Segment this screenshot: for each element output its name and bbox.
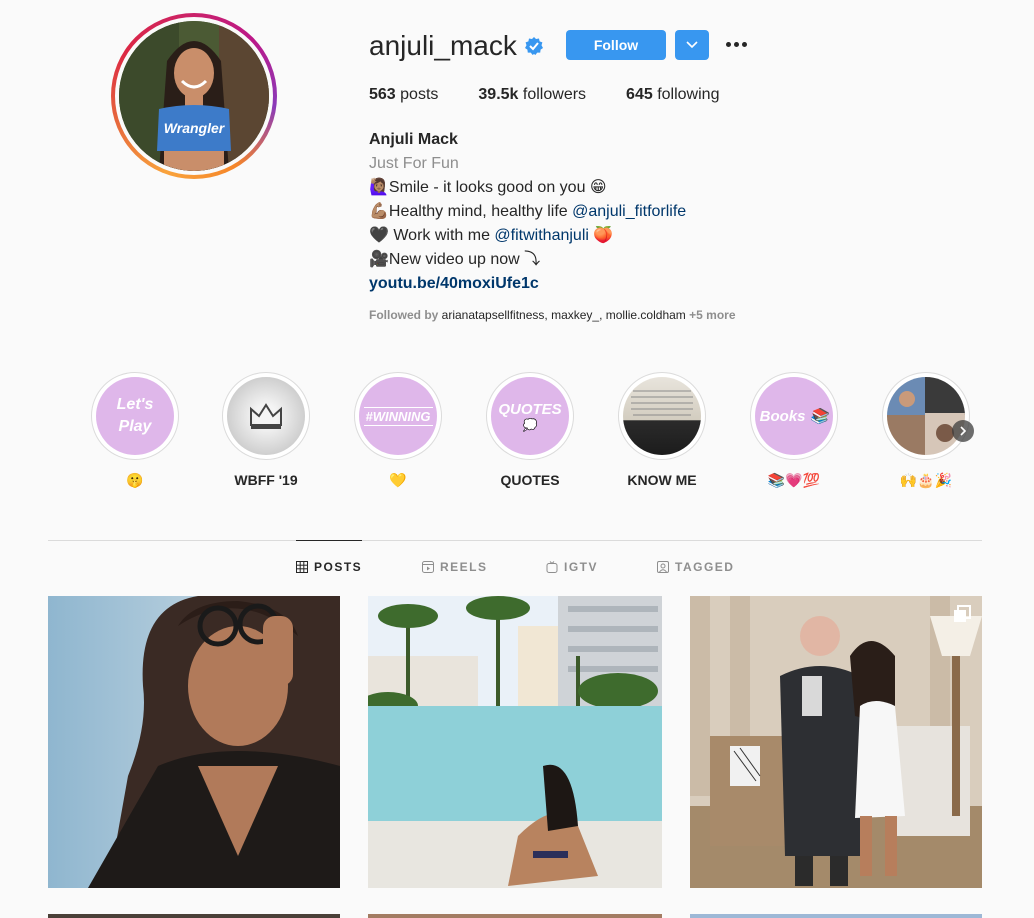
posts-count: 563 — [369, 86, 396, 103]
profile-avatar-ring[interactable]: Wrangler — [111, 13, 277, 179]
mention-link-fitwithanjuli[interactable]: @fitwithanjuli — [494, 227, 589, 244]
bio-external-link[interactable]: youtu.be/40moxiUfe1c — [369, 272, 686, 296]
tab-igtv[interactable]: IGTV — [546, 541, 598, 593]
post-image — [690, 596, 982, 888]
highlight-ring: Books 📚 — [750, 372, 838, 460]
followed-by-prefix: Followed by — [369, 308, 442, 322]
highlight-ring — [618, 372, 706, 460]
follow-button[interactable]: Follow — [566, 30, 666, 60]
highlight-cover-text: #WINNING — [363, 406, 433, 426]
bio-line-3: 🖤 Work with me @fitwithanjuli 🍑 — [369, 224, 686, 248]
highlight-label: QUOTES — [500, 472, 560, 488]
chevron-down-icon — [686, 41, 698, 49]
chevron-right-icon — [960, 426, 967, 436]
post-thumbnail[interactable] — [368, 596, 662, 888]
story-highlight[interactable]: Let's Play 🤫 — [90, 372, 180, 489]
post-thumbnail[interactable] — [48, 596, 340, 888]
highlight-ring — [882, 372, 970, 460]
bio-line-2-text: 💪🏽Healthy mind, healthy life — [369, 203, 573, 220]
post-thumbnail[interactable] — [48, 914, 340, 918]
highlight-cover — [623, 377, 701, 455]
grid-icon — [296, 561, 308, 573]
highlight-cover: QUOTES 💭 — [491, 377, 569, 455]
highlight-ring: QUOTES 💭 — [486, 372, 574, 460]
tab-label: POSTS — [314, 560, 363, 574]
bio-line-3-emoji: 🍑 — [588, 227, 614, 244]
more-options-icon[interactable] — [724, 34, 748, 54]
post-image — [48, 596, 340, 888]
verified-badge-icon — [524, 37, 543, 55]
bio-line-2: 💪🏽Healthy mind, healthy life @anjuli_fit… — [369, 200, 686, 224]
crown-icon — [250, 403, 282, 429]
highlight-cover: Books 📚 — [755, 377, 833, 455]
post-thumbnail[interactable] — [690, 914, 982, 918]
tabs-divider — [48, 540, 982, 541]
bio-line-4: 🎥New video up now ⤵ — [369, 251, 541, 268]
highlight-ring: #WINNING — [354, 372, 442, 460]
highlight-cover-text: Books 📚 — [759, 408, 829, 425]
followed-by-more: +5 more — [685, 308, 736, 322]
highlight-label: KNOW ME — [627, 472, 697, 488]
chat-bubble-icon: 💭 — [522, 417, 538, 432]
book-pages-image — [631, 390, 693, 416]
highlight-cover — [227, 377, 305, 455]
tab-posts[interactable]: POSTS — [296, 540, 363, 593]
username-row: anjuli_mack — [369, 26, 543, 66]
highlight-cover-text: Let's Play — [116, 396, 154, 435]
story-highlight[interactable]: KNOW ME — [617, 372, 707, 488]
mention-link-fitforlife[interactable]: @anjuli_fitforlife — [572, 203, 686, 220]
tab-label: IGTV — [564, 560, 599, 574]
highlight-cover — [887, 377, 965, 455]
collage-image — [887, 377, 965, 455]
following-count: 645 — [626, 86, 653, 103]
story-highlight[interactable]: Books 📚 📚💗💯 — [749, 372, 839, 489]
story-highlight[interactable]: WBFF '19 — [221, 372, 311, 488]
igtv-icon — [546, 561, 558, 573]
bio-line-1: 🙋🏽‍♀️Smile - it looks good on you 😁 — [369, 179, 607, 196]
story-highlight[interactable]: #WINNING 💛 — [353, 372, 443, 489]
highlight-label: 📚💗💯 — [767, 472, 821, 488]
posts-label: posts — [400, 86, 439, 103]
username: anjuli_mack — [369, 30, 517, 61]
posts-stat: 563 posts — [369, 86, 438, 104]
bio-line-3-text: 🖤 Work with me — [369, 227, 495, 244]
followed-by[interactable]: Followed by arianatapsellfitness, maxkey… — [369, 308, 736, 322]
tab-label: REELS — [440, 560, 488, 574]
post-thumbnail[interactable] — [690, 596, 982, 888]
highlight-label: WBFF '19 — [234, 472, 298, 488]
post-image — [368, 596, 662, 888]
story-highlight[interactable]: QUOTES 💭 QUOTES — [485, 372, 575, 488]
followers-label: followers — [522, 86, 587, 103]
followers-stat[interactable]: 39.5k followers — [478, 86, 586, 104]
following-stat[interactable]: 645 following — [626, 86, 719, 104]
followed-by-names: arianatapsellfitness, maxkey_, mollie.co… — [441, 308, 686, 322]
highlight-label: 🙌🎂🎉 — [899, 472, 953, 488]
following-label: following — [657, 86, 720, 103]
highlight-ring — [222, 372, 310, 460]
reels-icon — [422, 561, 434, 573]
tagged-icon — [657, 561, 669, 573]
suggested-dropdown-button[interactable] — [675, 30, 709, 60]
followers-count: 39.5k — [478, 86, 519, 103]
svg-text:Wrangler: Wrangler — [164, 120, 226, 136]
profile-stats: 563 posts 39.5k followers 645 following — [369, 86, 759, 104]
profile-category: Just For Fun — [369, 155, 459, 172]
profile-bio: Anjuli Mack Just For Fun 🙋🏽‍♀️Smile - it… — [369, 128, 686, 296]
highlight-label: 💛 — [389, 472, 407, 488]
tab-reels[interactable]: REELS — [422, 541, 488, 593]
highlight-label: 🤫 — [126, 472, 144, 488]
avatar-frame: Wrangler — [115, 17, 273, 175]
highlight-ring: Let's Play — [91, 372, 179, 460]
highlight-cover: #WINNING — [359, 377, 437, 455]
highlight-cover: Let's Play — [96, 377, 174, 455]
avatar[interactable]: Wrangler — [119, 21, 269, 171]
post-thumbnail[interactable] — [368, 914, 662, 918]
tab-label: TAGGED — [675, 560, 735, 574]
full-name: Anjuli Mack — [369, 131, 458, 148]
highlight-cover-text: QUOTES — [498, 400, 562, 418]
tab-tagged[interactable]: TAGGED — [657, 541, 734, 593]
highlights-next-button[interactable] — [952, 420, 974, 442]
